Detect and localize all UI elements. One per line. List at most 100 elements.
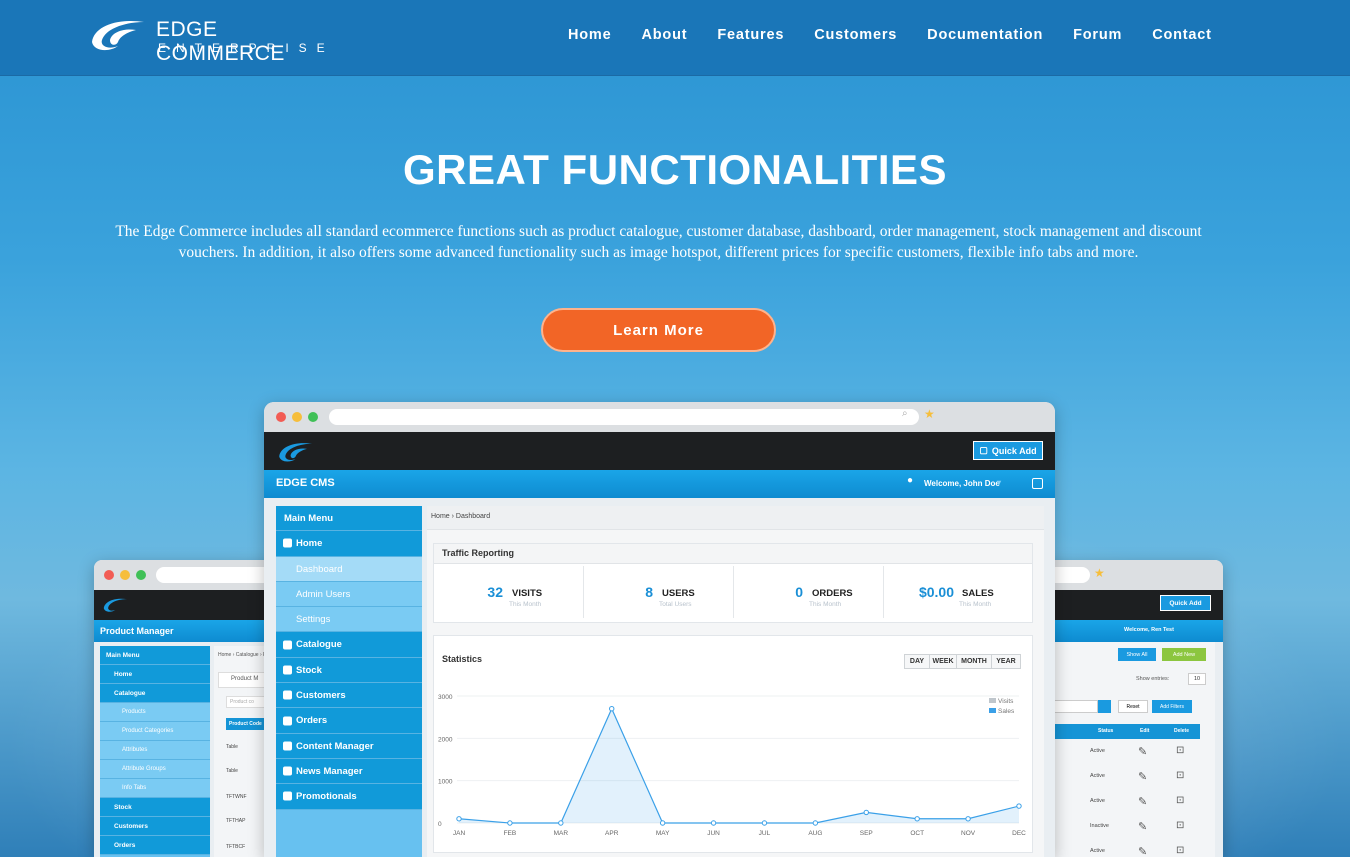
menu-item-content-manager[interactable]: Content Manager [276,733,422,759]
table-row[interactable]: Table [226,744,238,750]
sales-point [558,820,564,826]
edit-icon[interactable]: ✎ [1138,745,1147,758]
menu-item-admin-users[interactable]: Admin Users [276,581,422,608]
stat-users: 8 USERS Total Users [584,566,734,618]
nav-features[interactable]: Features [717,27,784,43]
menu-item-home[interactable]: Home [276,531,422,557]
nav-home[interactable]: Home [568,27,612,43]
menu-item-settings[interactable]: Settings [276,607,422,633]
menu-item-products[interactable]: Products [100,703,210,722]
chevron-down-icon[interactable]: ▾ [997,478,1001,487]
menu-item-catalogue[interactable]: Catalogue [100,684,210,703]
nav-forum[interactable]: Forum [1073,27,1122,43]
catalogue-icon [283,640,292,650]
edit-icon[interactable]: ✎ [1138,845,1147,857]
app-name: EDGE CMS [276,477,335,489]
menu-item-customers[interactable]: Customers [276,683,422,709]
sales-point [710,820,717,826]
table-row[interactable]: TFTBCF [226,844,245,850]
nav-contact[interactable]: Contact [1152,27,1212,43]
table-row[interactable]: Table [226,768,238,774]
brand-subname: ENTERPRISE [158,41,335,55]
x-tick-label: JUL [759,830,771,837]
status-text: Active [1090,773,1105,779]
add-filters-button[interactable]: Add Filters [1152,700,1192,713]
menu-item-orders[interactable]: Orders [100,836,210,855]
nav-about[interactable]: About [642,27,688,43]
show-entries-label: Show entries: [1136,676,1170,682]
menu-item-orders[interactable]: Orders [276,708,422,734]
browser-chrome: ⌕ ★ [264,402,1055,432]
menu-item-news-manager[interactable]: News Manager [276,758,422,785]
top-navbar: EDGE COMMERCE ENTERPRISE Home About Feat… [0,0,1350,76]
left-screenshot-window: Product Manager Main Menu Home Catalogue… [94,560,284,857]
sales-point [659,820,666,826]
menu-item-label: Settings [296,614,331,626]
statistics-chart: 3000 2000 1000 0 JAN FEB MAR APR MAY JUN JUL AUG SEP… [438,694,1026,837]
welcome-user[interactable]: Welcome, John Doe [924,479,1000,488]
add-icon: ▢ [979,445,988,455]
welcome-user[interactable]: Welcome, Ren Test [1124,627,1174,633]
menu-item-label: Home [296,538,323,550]
menu-item-label: Dashboard [296,563,343,575]
hero-title: GREAT FUNCTIONALITIES [402,146,948,193]
delete-icon[interactable]: ⊡ [1176,770,1184,781]
edit-icon[interactable]: ✎ [1138,820,1147,833]
browser-chrome [94,560,284,590]
delete-icon[interactable]: ⊡ [1176,820,1184,831]
reset-button[interactable]: Reset [1118,700,1148,713]
table-row[interactable]: TFTHAP [226,818,245,824]
stock-icon [283,665,292,675]
cms-header: ▢ Quick Add [264,432,1055,470]
stat-caption: This Month [809,601,842,608]
nav-documentation[interactable]: Documentation [927,27,1043,43]
edit-icon[interactable]: ✎ [1138,770,1147,783]
menu-item-home[interactable]: Home [100,665,210,684]
sales-point [456,816,462,822]
delete-icon[interactable]: ⊡ [1176,745,1184,756]
status-text: Active [1090,848,1105,854]
stats-row: 32 VISITS This Month 8 USERS Total Users 0 ORDE… [434,566,1034,622]
stat-sales: $0.00 SALES This Month [884,566,1034,618]
nav-customers[interactable]: Customers [814,27,897,43]
quick-add-button[interactable]: ▢ Quick Add [973,441,1043,460]
right-content: Show All Add New Show entries: 10 Reset … [1040,642,1215,857]
menu-item-label: Customers [296,690,346,702]
traffic-card: Traffic Reporting 32 VISITS This Month 8 USE… [433,543,1033,623]
menu-item-catalogue[interactable]: Catalogue [276,632,422,658]
menu-item-label: Stock [296,664,322,676]
menu-item-dashboard[interactable]: Dashboard [276,556,422,582]
menu-item-stock[interactable]: Stock [276,657,422,684]
menu-header: Main Menu [100,646,210,665]
logout-icon[interactable] [1032,478,1043,489]
menu-item-attribute-groups[interactable]: Attribute Groups [100,760,210,779]
menu-item-label: Admin Users [296,588,351,600]
address-bar[interactable] [329,409,919,425]
breadcrumb[interactable]: Home › Dashboard [431,513,490,520]
menu-item-stock[interactable]: Stock [100,798,210,817]
add-new-button[interactable]: Add New [1162,648,1206,661]
delete-icon[interactable]: ⊡ [1176,845,1184,856]
table-header: Status Edit Delete [1040,724,1200,739]
entries-select[interactable]: 10 [1188,673,1206,685]
star-icon[interactable]: ★ [924,407,935,421]
x-tick-label: AUG [808,830,822,837]
menu-item-info-tabs[interactable]: Info Tabs [100,779,210,798]
menu-item-promotionals[interactable]: Promotionals [276,784,422,810]
menu-item-product-categories[interactable]: Product Categories [100,722,210,741]
show-all-button[interactable]: Show All [1118,648,1156,661]
menu-item-customers[interactable]: Customers [100,817,210,836]
delete-icon[interactable]: ⊡ [1176,795,1184,806]
search-icon[interactable] [1098,700,1111,713]
menu-item-label: Main Menu [284,513,334,524]
edit-icon [283,766,292,776]
menu-item-label: Content Manager [296,740,374,752]
learn-more-button[interactable]: Learn More [541,308,776,352]
logo-swirl-icon [103,598,128,612]
brand-logo[interactable]: EDGE COMMERCE ENTERPRISE [88,14,338,65]
user-icon: ● [907,475,914,486]
table-row[interactable]: TFTWNF [226,794,247,800]
menu-item-attributes[interactable]: Attributes [100,741,210,760]
edit-icon[interactable]: ✎ [1138,795,1147,808]
quick-add-button[interactable]: Quick Add [1160,595,1211,611]
